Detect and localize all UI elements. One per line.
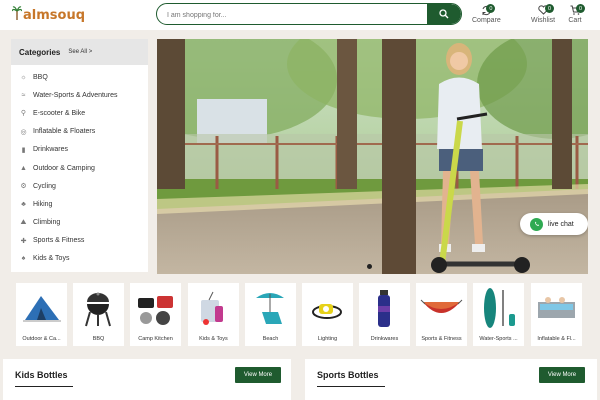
- header-bar: almsouq 0 Compare 0 Wishlist 0 Cart: [0, 0, 600, 30]
- category-item[interactable]: ⛰ Climbing: [11, 214, 148, 232]
- category-item[interactable]: ▮ Drinkwares: [11, 141, 148, 159]
- category-label: Drinkwares: [33, 146, 69, 154]
- tent-icon: ▲: [20, 164, 27, 172]
- wishlist-count-badge: 0: [545, 4, 555, 13]
- tile-label: Camp Kitchen: [138, 336, 173, 342]
- category-item[interactable]: ▲ Outdoor & Camping: [11, 159, 148, 177]
- compare-button[interactable]: 0 Compare: [472, 4, 501, 24]
- tile-label: Kids & Toys: [199, 336, 228, 342]
- category-item[interactable]: ⚲ E-scooter & Bike: [11, 104, 148, 122]
- category-label: Hiking: [33, 200, 53, 208]
- toys-icon: [201, 291, 223, 325]
- palm-logo-icon: [11, 6, 23, 24]
- live-chat-button[interactable]: live chat: [520, 213, 588, 235]
- climbing-icon: ⛰: [20, 218, 27, 226]
- see-all-link[interactable]: See All >: [68, 49, 92, 55]
- headlamp-icon: [312, 304, 342, 319]
- hammock-icon: [420, 299, 463, 313]
- categories-header: Categories See All >: [11, 39, 148, 65]
- section-title: Kids Bottles: [15, 370, 68, 380]
- category-label: Sports & Fitness: [33, 237, 85, 245]
- category-label: Outdoor & Camping: [33, 164, 95, 172]
- bottle-icon: ▮: [21, 146, 26, 154]
- category-item[interactable]: ⚙ Cycling: [11, 177, 148, 195]
- categories-panel: Categories See All > ☼ BBQ ≈ Water-Sports &…: [11, 39, 148, 272]
- title-underline: [317, 386, 385, 387]
- categories-title: Categories: [19, 47, 61, 57]
- tile-sports-fitness[interactable]: Sports & Fitness: [416, 283, 467, 346]
- tile-inflatable-floaters[interactable]: Inflatable & Fl...: [531, 283, 582, 346]
- scooter-icon: ⚲: [20, 110, 27, 118]
- category-label: Cycling: [33, 182, 56, 190]
- search-input[interactable]: [157, 5, 427, 24]
- tile-camp-kitchen[interactable]: Camp Kitchen: [130, 283, 181, 346]
- category-item[interactable]: ≈ Water-Sports & Adventures: [11, 86, 148, 104]
- tile-label: BBQ: [92, 336, 105, 342]
- categories-list: ☼ BBQ ≈ Water-Sports & Adventures ⚲ E-scooter…: [11, 65, 148, 268]
- sports-view-more-button[interactable]: View More: [539, 367, 585, 383]
- tile-label: Outdoor & Ca...: [22, 336, 61, 342]
- cart-label: Cart: [568, 17, 582, 24]
- tile-water-sports[interactable]: Water-Sports ...: [473, 283, 524, 346]
- tile-label: Sports & Fitness: [421, 336, 462, 342]
- category-item[interactable]: ☼ BBQ: [11, 68, 148, 86]
- fitness-icon: ✚: [20, 237, 27, 245]
- hiking-icon: ♣: [21, 200, 26, 208]
- float-icon: ◎: [20, 128, 27, 136]
- category-item[interactable]: ♣ Hiking: [11, 195, 148, 213]
- kids-bottles-section: Kids Bottles View More: [3, 359, 291, 400]
- whatsapp-icon: [530, 217, 543, 231]
- bbq-icon: ☼: [20, 73, 27, 81]
- sports-bottles-section: Sports Bottles View More: [305, 359, 597, 400]
- tile-bbq[interactable]: BBQ: [73, 283, 124, 346]
- search-bar: [156, 3, 462, 25]
- category-item[interactable]: ◎ Inflatable & Floaters: [11, 123, 148, 141]
- compare-count-badge: 0: [486, 4, 496, 13]
- beach-chair-icon: [256, 293, 284, 324]
- toys-icon: ♠: [21, 255, 26, 263]
- wishlist-label: Wishlist: [531, 17, 556, 24]
- live-chat-label: live chat: [548, 220, 574, 228]
- pool-icon: [538, 297, 575, 318]
- category-label: Kids & Toys: [33, 255, 70, 263]
- tile-lighting[interactable]: Lighting: [302, 283, 353, 346]
- water-sports-icon: ≈: [21, 91, 26, 99]
- grill-icon: [85, 292, 111, 327]
- search-icon: [439, 9, 449, 19]
- category-item[interactable]: ♠ Kids & Toys: [11, 250, 148, 268]
- tile-kids-toys[interactable]: Kids & Toys: [188, 283, 239, 346]
- tile-beach[interactable]: Beach: [245, 283, 296, 346]
- tile-label: Lighting: [317, 336, 338, 342]
- category-item[interactable]: ✚ Sports & Fitness: [11, 232, 148, 250]
- cookware-icon: [138, 296, 173, 325]
- tile-label: Inflatable & Fl...: [537, 336, 576, 342]
- cart-count-badge: 0: [576, 4, 585, 13]
- category-label: Inflatable & Floaters: [33, 128, 96, 136]
- bottle-icon: [378, 290, 390, 327]
- kids-view-more-button[interactable]: View More: [235, 367, 281, 383]
- hero-image: [157, 39, 588, 274]
- bike-icon: ⚙: [20, 183, 27, 191]
- wishlist-button[interactable]: 0 Wishlist: [531, 4, 556, 24]
- category-label: E-scooter & Bike: [33, 109, 86, 117]
- tile-label: Water-Sports ...: [479, 336, 518, 342]
- tile-drinkwares[interactable]: Drinkwares: [359, 283, 410, 346]
- category-label: BBQ: [33, 73, 48, 81]
- tile-label: Drinkwares: [370, 336, 399, 342]
- tile-outdoor-camping[interactable]: Outdoor & Ca...: [16, 283, 67, 346]
- compare-label: Compare: [472, 17, 501, 24]
- hero-banner[interactable]: live chat: [157, 39, 588, 274]
- site-logo[interactable]: almsouq: [11, 4, 86, 26]
- tile-label: Beach: [262, 336, 279, 342]
- category-label: Water-Sports & Adventures: [33, 91, 118, 99]
- category-label: Climbing: [33, 219, 61, 227]
- paddleboard-icon: [484, 288, 515, 328]
- carousel-dot[interactable]: [367, 264, 372, 269]
- logo-text: almsouq: [23, 7, 86, 23]
- tent-icon: [23, 296, 61, 322]
- search-button[interactable]: [427, 4, 461, 24]
- section-title: Sports Bottles: [317, 370, 379, 380]
- title-underline: [15, 386, 73, 387]
- cart-button[interactable]: 0 Cart: [564, 4, 586, 24]
